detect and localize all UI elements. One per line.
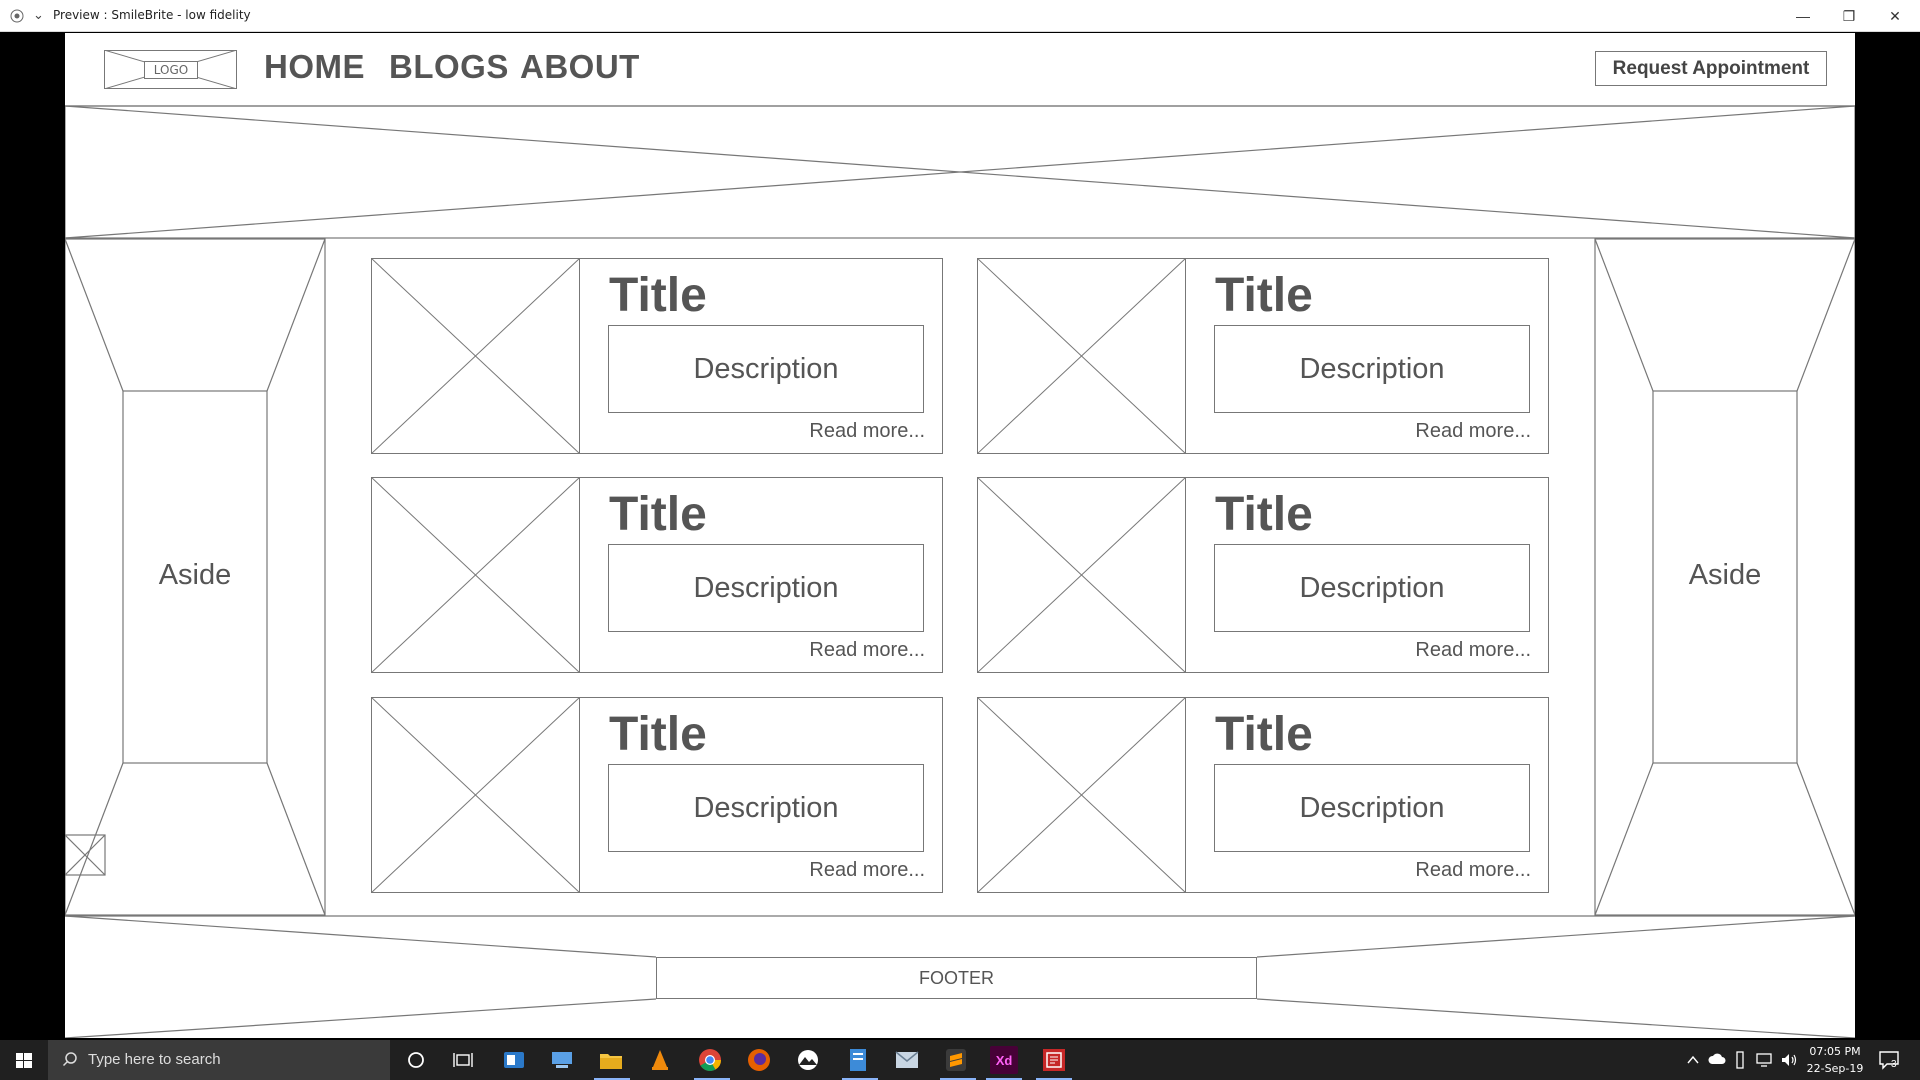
wireframe-lines [65, 105, 1855, 1038]
chevron-down-icon[interactable]: ⌄ [33, 7, 44, 23]
blog-card[interactable]: Title Description Read more... [977, 697, 1549, 893]
taskbar-clock[interactable]: 07:05 PM 22-Sep-19 [1800, 1043, 1870, 1077]
card-title: Title [1215, 488, 1313, 541]
read-more-link[interactable]: Read more... [809, 639, 925, 662]
read-more-link[interactable]: Read more... [809, 859, 925, 882]
request-appointment-button[interactable]: Request Appointment [1595, 51, 1827, 86]
file-explorer-icon[interactable] [597, 1046, 625, 1074]
volume-icon[interactable] [1780, 1052, 1798, 1068]
windows-taskbar: Type here to search Xd 07:05 PM 22-Sep-1… [0, 1040, 1920, 1080]
network-icon[interactable] [1755, 1052, 1773, 1068]
read-more-link[interactable]: Read more... [1415, 420, 1531, 443]
close-button[interactable]: ✕ [1872, 0, 1918, 32]
taskbar-search-box[interactable]: Type here to search [48, 1040, 390, 1080]
card-title: Title [609, 708, 707, 761]
notification-count: 3 [1891, 1059, 1897, 1070]
blog-card[interactable]: Title Description Read more... [371, 697, 943, 893]
card-description: Description [608, 764, 924, 852]
card-description: Description [1214, 325, 1530, 413]
blog-card[interactable]: Title Description Read more... [371, 258, 943, 454]
read-more-link[interactable]: Read more... [809, 420, 925, 443]
network-app-icon[interactable] [548, 1046, 576, 1074]
footer-label: FOOTER [656, 957, 1257, 999]
vlc-icon[interactable] [646, 1046, 674, 1074]
cortana-icon[interactable] [402, 1046, 430, 1074]
card-title: Title [1215, 708, 1313, 761]
window-title-bar: ⌄ Preview : SmileBrite - low fidelity — … [0, 0, 1920, 32]
photos-icon[interactable] [794, 1046, 822, 1074]
clock-time: 07:05 PM [1809, 1045, 1861, 1058]
outlook-icon[interactable] [500, 1046, 528, 1074]
search-icon [62, 1052, 77, 1067]
task-view-icon[interactable] [449, 1046, 477, 1074]
mail-icon[interactable] [893, 1046, 921, 1074]
card-description: Description [608, 325, 924, 413]
nav-home[interactable]: HOME [264, 48, 365, 86]
usb-device-icon[interactable] [1734, 1051, 1746, 1069]
logo-label: LOGO [144, 61, 198, 79]
aside-right-label: Aside [1688, 559, 1762, 591]
minimize-button[interactable]: — [1780, 0, 1826, 32]
firefox-icon[interactable] [745, 1046, 773, 1074]
card-title: Title [1215, 269, 1313, 322]
blog-card[interactable]: Title Description Read more... [977, 477, 1549, 673]
onedrive-cloud-icon[interactable] [1708, 1052, 1726, 1066]
nav-blogs[interactable]: BLOGS [389, 48, 509, 86]
sublime-icon[interactable] [942, 1046, 970, 1074]
card-title: Title [609, 488, 707, 541]
wireframe-app-icon[interactable] [1040, 1046, 1068, 1074]
chevron-up-icon[interactable] [1686, 1054, 1700, 1066]
clock-date: 22-Sep-19 [1806, 1062, 1864, 1075]
read-more-link[interactable]: Read more... [1415, 859, 1531, 882]
card-description: Description [608, 544, 924, 632]
nav-about[interactable]: ABOUT [520, 48, 640, 86]
search-placeholder: Type here to search [88, 1051, 221, 1068]
restore-button[interactable]: ❐ [1826, 0, 1872, 32]
artboard-preview: LOGO HOME BLOGS ABOUT Request Appointmen… [65, 33, 1855, 1038]
read-more-link[interactable]: Read more... [1415, 639, 1531, 662]
window-title: Preview : SmileBrite - low fidelity [53, 8, 251, 22]
adobe-xd-icon[interactable]: Xd [990, 1046, 1018, 1074]
card-description: Description [1214, 764, 1530, 852]
word-icon[interactable] [844, 1046, 872, 1074]
blog-card[interactable]: Title Description Read more... [371, 477, 943, 673]
blog-card[interactable]: Title Description Read more... [977, 258, 1549, 454]
card-title: Title [609, 269, 707, 322]
chrome-icon[interactable] [696, 1046, 724, 1074]
windows-start-icon[interactable] [0, 1040, 48, 1080]
card-description: Description [1214, 544, 1530, 632]
notification-center-icon[interactable]: 3 [1878, 1050, 1900, 1070]
aside-left-label: Aside [158, 559, 232, 591]
app-icon [10, 9, 24, 23]
